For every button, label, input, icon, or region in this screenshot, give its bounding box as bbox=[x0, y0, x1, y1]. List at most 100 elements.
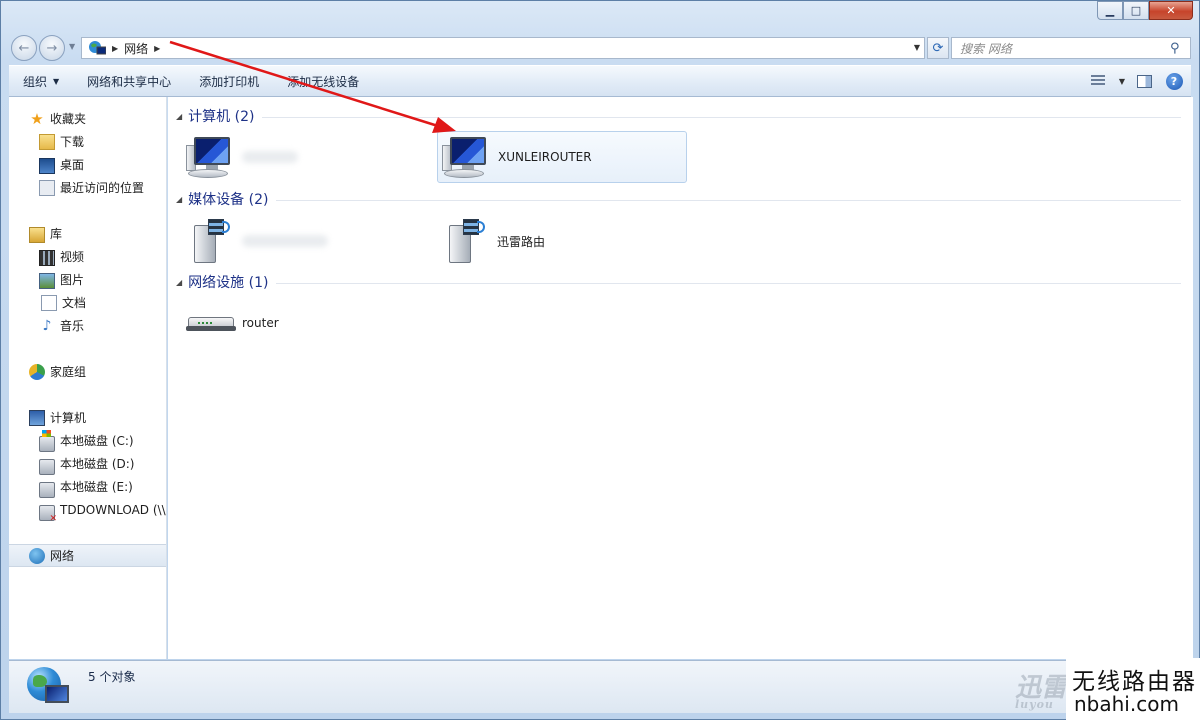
address-bar[interactable]: ▶ 网络 ▶ ▼ bbox=[81, 37, 925, 59]
sidebar-item-drive-e[interactable]: 本地磁盘 (E:) bbox=[9, 475, 166, 498]
sidebar-item-favorites[interactable]: ★ 收藏夹 bbox=[9, 107, 166, 130]
group-title: 计算机 (2) bbox=[188, 109, 255, 125]
sidebar-item-label: 最近访问的位置 bbox=[60, 181, 145, 195]
sidebar-item-network[interactable]: 网络 bbox=[9, 544, 166, 567]
sidebar-item-pictures[interactable]: 图片 bbox=[9, 268, 166, 291]
change-view-button[interactable]: ▼ bbox=[1091, 70, 1125, 92]
collapse-triangle-icon[interactable]: ◢ bbox=[176, 278, 182, 287]
media-device-icon bbox=[186, 217, 236, 265]
address-dropdown-icon[interactable]: ▼ bbox=[914, 43, 920, 52]
downloads-folder-icon bbox=[39, 133, 55, 150]
group-header-media-devices[interactable]: ◢ 媒体设备 (2) bbox=[176, 189, 1181, 209]
sidebar-item-label: 网络 bbox=[50, 549, 75, 563]
preview-pane-icon bbox=[1136, 74, 1152, 88]
watermark-url: nbahi.com bbox=[1074, 692, 1179, 716]
network-icon bbox=[29, 547, 45, 564]
item-count: 5 个对象 bbox=[88, 670, 136, 684]
network-location-icon bbox=[88, 40, 107, 56]
details-pane: 5 个对象 bbox=[9, 660, 1191, 713]
computer-item-xunleirouter[interactable]: XUNLEIROUTER bbox=[437, 131, 687, 183]
command-bar-right: ▼ ? bbox=[1091, 66, 1185, 96]
media-device-item-xunlei-router[interactable]: 迅雷路由 bbox=[437, 215, 687, 267]
group-header-computers[interactable]: ◢ 计算机 (2) bbox=[176, 106, 1181, 126]
sidebar-item-label: 本地磁盘 (E:) bbox=[60, 480, 133, 494]
network-device-item-router[interactable]: router bbox=[182, 297, 432, 349]
minimize-button[interactable]: ▁ bbox=[1097, 1, 1123, 20]
back-button[interactable]: ← bbox=[11, 35, 37, 61]
organize-menu[interactable]: 组织 ▼ bbox=[9, 66, 73, 96]
picture-icon bbox=[39, 272, 55, 289]
close-button[interactable]: ✕ bbox=[1149, 1, 1193, 20]
view-details-icon bbox=[1091, 75, 1105, 87]
group-divider bbox=[276, 199, 1181, 201]
refresh-button[interactable]: ⟳ bbox=[927, 37, 949, 59]
star-icon: ★ bbox=[30, 109, 44, 128]
sidebar-item-tddownload[interactable]: TDDOWNLOAD (\\ bbox=[9, 498, 166, 524]
sidebar-item-label: 家庭组 bbox=[50, 365, 87, 379]
breadcrumb-network[interactable]: 网络 bbox=[124, 40, 148, 57]
watermark-brand: 迅雷 luyou bbox=[1015, 667, 1067, 711]
sidebar-item-desktop[interactable]: 桌面 bbox=[9, 153, 166, 176]
add-wireless-label: 添加无线设备 bbox=[287, 74, 360, 89]
sidebar-item-homegroup[interactable]: 家庭组 bbox=[9, 360, 166, 383]
sidebar-item-downloads[interactable]: 下载 bbox=[9, 130, 166, 153]
sidebar-item-label: 本地磁盘 (C:) bbox=[60, 434, 134, 448]
add-wireless-device-button[interactable]: 添加无线设备 bbox=[273, 66, 373, 96]
network-sharing-center-button[interactable]: 网络和共享中心 bbox=[73, 66, 185, 96]
organize-label: 组织 bbox=[23, 74, 48, 89]
navigation-pane: ★ 收藏夹 下载 桌面 最近访问的位置 库 视频 图片 文档 ♪ 音乐 家庭组 计算… bbox=[9, 97, 167, 659]
preview-pane-button[interactable] bbox=[1133, 70, 1155, 92]
sidebar-item-label: 图片 bbox=[60, 273, 85, 287]
breadcrumb-chevron-icon[interactable]: ▶ bbox=[112, 44, 118, 53]
close-icon: ✕ bbox=[1166, 4, 1176, 17]
minimize-icon: ▁ bbox=[1105, 4, 1115, 17]
media-device-label bbox=[242, 235, 328, 247]
search-icon[interactable]: ⚲ bbox=[1170, 41, 1190, 56]
sidebar-item-computer[interactable]: 计算机 bbox=[9, 406, 166, 429]
computer-item-label bbox=[242, 151, 298, 163]
media-device-label: 迅雷路由 bbox=[497, 234, 546, 249]
sidebar-item-music[interactable]: ♪ 音乐 bbox=[9, 314, 166, 337]
maximize-button[interactable]: □ bbox=[1123, 1, 1149, 20]
group-title: 网络设施 (1) bbox=[188, 275, 269, 291]
recent-pages-dropdown[interactable]: ▼ bbox=[69, 42, 75, 51]
sidebar-item-recent-places[interactable]: 最近访问的位置 bbox=[9, 176, 166, 199]
group-header-network-infrastructure[interactable]: ◢ 网络设施 (1) bbox=[176, 272, 1181, 292]
back-arrow-icon: ← bbox=[18, 40, 30, 56]
document-icon bbox=[41, 294, 57, 311]
drive-icon bbox=[39, 481, 55, 498]
navigation-row: ← → ▼ ▶ 网络 ▶ ▼ ⟳ 搜索 网络 ⚲ bbox=[9, 33, 1191, 61]
computer-icon bbox=[442, 133, 492, 181]
media-device-item[interactable] bbox=[182, 215, 432, 267]
forward-button[interactable]: → bbox=[39, 35, 65, 61]
system-drive-icon bbox=[39, 429, 55, 452]
breadcrumb-chevron-icon[interactable]: ▶ bbox=[154, 44, 160, 53]
sidebar-item-label: 收藏夹 bbox=[50, 112, 87, 126]
group-divider bbox=[276, 282, 1181, 284]
sidebar-item-documents[interactable]: 文档 bbox=[9, 291, 166, 314]
sidebar-item-videos[interactable]: 视频 bbox=[9, 245, 166, 268]
sidebar-item-label: 音乐 bbox=[60, 319, 85, 333]
sidebar-item-label: 库 bbox=[50, 227, 63, 241]
computer-item[interactable] bbox=[182, 131, 432, 183]
sidebar-item-libraries[interactable]: 库 bbox=[9, 222, 166, 245]
collapse-triangle-icon[interactable]: ◢ bbox=[176, 112, 182, 121]
sidebar-item-drive-c[interactable]: 本地磁盘 (C:) bbox=[9, 429, 166, 452]
sidebar-item-label: TDDOWNLOAD (\\ bbox=[60, 502, 166, 517]
search-placeholder: 搜索 网络 bbox=[960, 41, 1012, 56]
chevron-down-icon: ▼ bbox=[1118, 76, 1125, 86]
computer-icon bbox=[29, 410, 45, 426]
drive-icon bbox=[39, 458, 55, 475]
search-input[interactable]: 搜索 网络 ⚲ bbox=[951, 37, 1191, 59]
network-globe-icon bbox=[27, 667, 69, 707]
sidebar-item-drive-d[interactable]: 本地磁盘 (D:) bbox=[9, 452, 166, 475]
watermark-title: 无线路由器 bbox=[1072, 669, 1197, 695]
add-printer-button[interactable]: 添加打印机 bbox=[185, 66, 273, 96]
collapse-triangle-icon[interactable]: ◢ bbox=[176, 195, 182, 204]
forward-arrow-icon: → bbox=[46, 40, 58, 56]
disconnected-network-drive-icon bbox=[39, 504, 57, 524]
watermark-logo: 无线路由器 nbahi.com bbox=[1066, 658, 1200, 720]
computer-item-label: XUNLEIROUTER bbox=[498, 150, 592, 164]
sidebar-item-label: 计算机 bbox=[50, 411, 87, 425]
help-button[interactable]: ? bbox=[1163, 70, 1185, 92]
